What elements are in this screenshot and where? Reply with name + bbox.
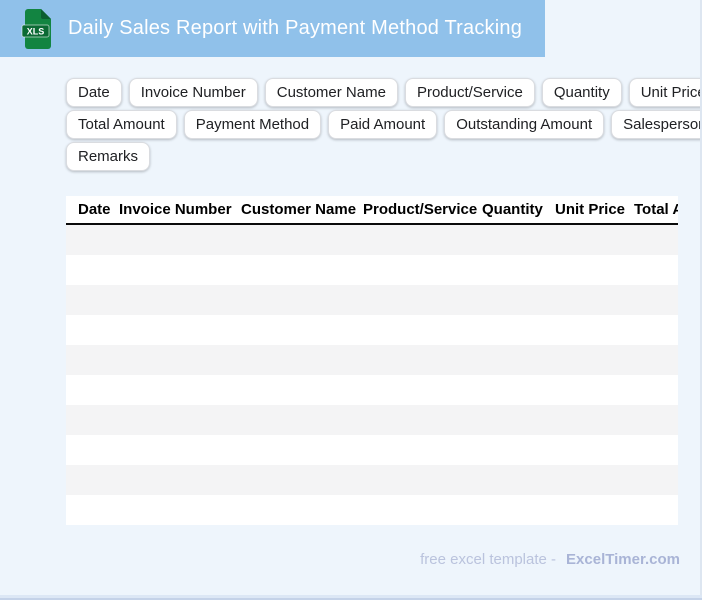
field-chip-remarks[interactable]: Remarks bbox=[66, 142, 151, 171]
table-row bbox=[66, 345, 678, 375]
xls-badge-label: XLS bbox=[27, 26, 45, 36]
footer-brand-link[interactable]: ExcelTimer.com bbox=[566, 551, 680, 568]
footer-text: free excel template - bbox=[420, 550, 557, 568]
sales-table: Date Invoice Number Customer Name Product/S… bbox=[66, 196, 678, 525]
field-chip-total-amount[interactable]: Total Amount bbox=[66, 110, 177, 139]
table-header-row: Date Invoice Number Customer Name Product/S… bbox=[66, 196, 678, 225]
table-row bbox=[66, 225, 678, 255]
chip-row: Date Invoice Number Customer Name Product/S… bbox=[66, 78, 702, 107]
footer: free excel template - ExcelTimer.com bbox=[420, 549, 680, 569]
xls-file-icon: XLS bbox=[21, 8, 53, 50]
field-chip-customer-name[interactable]: Customer Name bbox=[264, 78, 398, 107]
table-body bbox=[66, 225, 678, 525]
table-row bbox=[66, 315, 678, 345]
field-chip-quantity[interactable]: Quantity bbox=[541, 78, 622, 107]
column-header-invoice-number: Invoice Number bbox=[119, 201, 232, 218]
field-chip-date[interactable]: Date bbox=[66, 78, 122, 107]
column-header-total-amount: Total Amount bbox=[634, 201, 678, 218]
table-row bbox=[66, 405, 678, 435]
table-row bbox=[66, 435, 678, 465]
column-header-product-service: Product/Service bbox=[363, 201, 478, 218]
page-title: Daily Sales Report with Payment Method T… bbox=[68, 17, 523, 39]
field-chip-product-service[interactable]: Product/Service bbox=[404, 78, 535, 107]
field-chip-unit-price[interactable]: Unit Price bbox=[628, 78, 702, 107]
page-edge-bottom bbox=[0, 595, 702, 600]
field-chip-paid-amount[interactable]: Paid Amount bbox=[328, 110, 438, 139]
field-chip-salesperson[interactable]: Salesperson bbox=[611, 110, 702, 139]
titlebar: XLS Daily Sales Report with Payment Meth… bbox=[0, 0, 545, 57]
table-row bbox=[66, 285, 678, 315]
column-header-customer-name: Customer Name bbox=[241, 201, 357, 218]
table-row bbox=[66, 465, 678, 495]
table-row bbox=[66, 255, 678, 285]
table-row bbox=[66, 375, 678, 405]
field-chip-payment-method[interactable]: Payment Method bbox=[183, 110, 322, 139]
chip-row: Total Amount Payment Method Paid Amount Out… bbox=[66, 110, 702, 139]
field-chips: Date Invoice Number Customer Name Product/S… bbox=[66, 78, 702, 174]
chip-row: Remarks bbox=[66, 142, 702, 171]
table-row bbox=[66, 495, 678, 525]
field-chip-invoice-number[interactable]: Invoice Number bbox=[128, 78, 258, 107]
field-chip-outstanding-amount[interactable]: Outstanding Amount bbox=[444, 110, 605, 139]
column-header-date: Date bbox=[78, 201, 111, 218]
column-header-unit-price: Unit Price bbox=[555, 201, 626, 218]
template-preview-page: XLS Daily Sales Report with Payment Meth… bbox=[0, 0, 702, 600]
column-header-quantity: Quantity bbox=[482, 201, 543, 218]
